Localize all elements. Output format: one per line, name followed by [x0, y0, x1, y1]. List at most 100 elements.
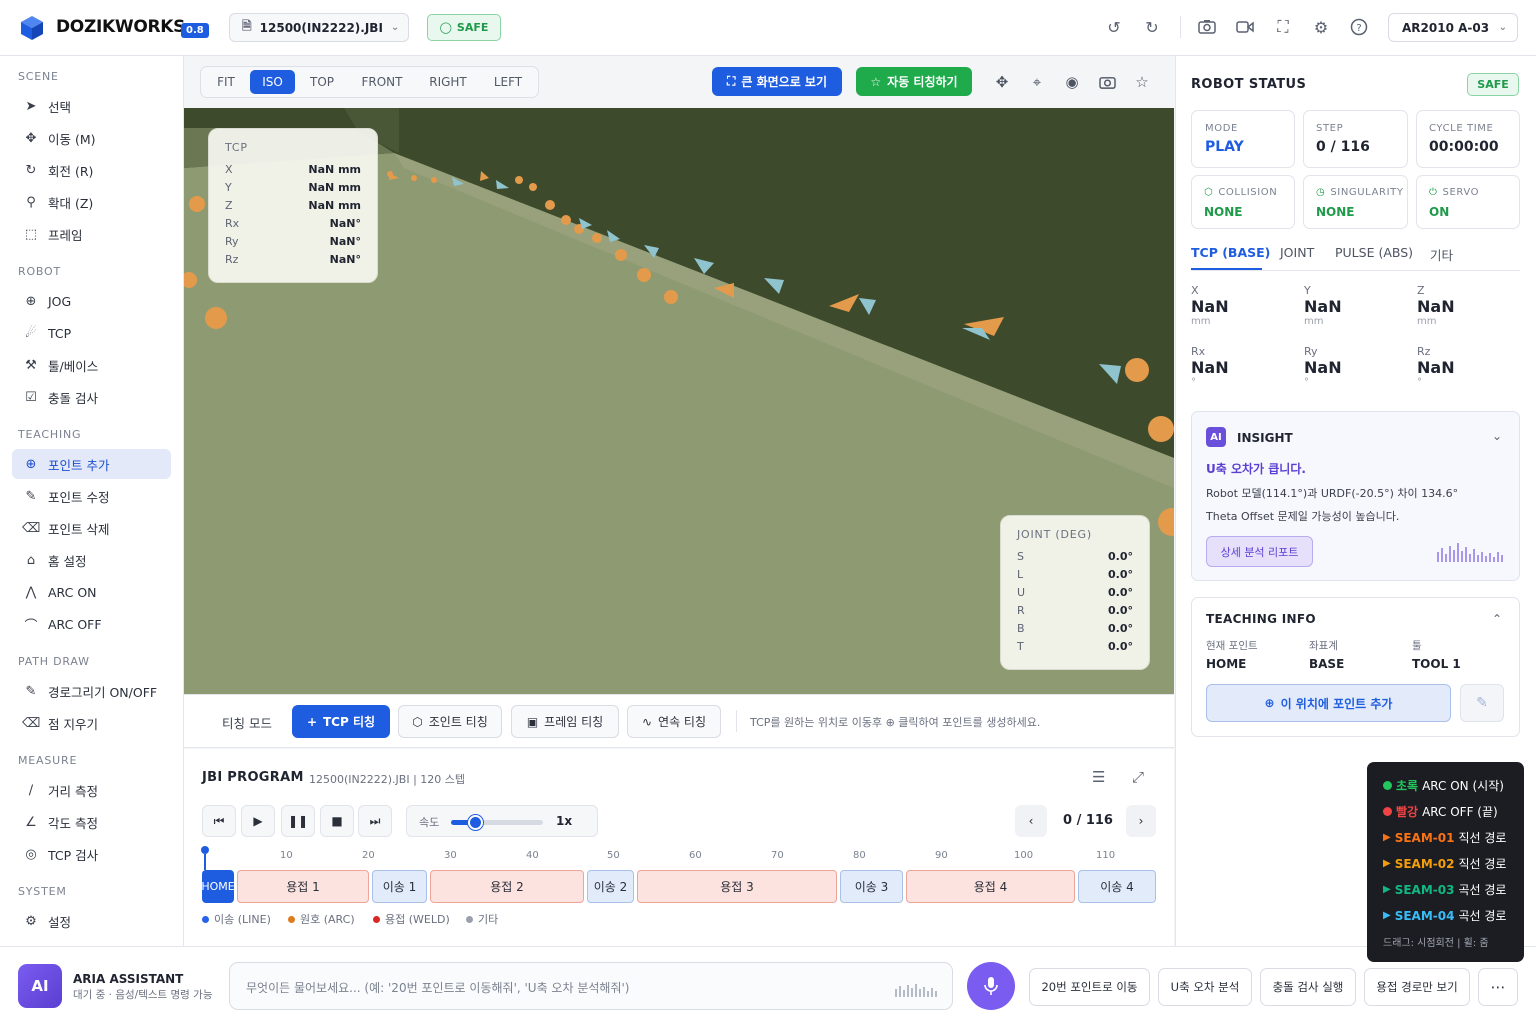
tab-pulse[interactable]: PULSE (ABS) — [1335, 245, 1413, 260]
sidebar-item-arc-on[interactable]: ⋀ ARC ON — [12, 577, 171, 607]
teach-mode-label: 티칭 모드 — [222, 716, 272, 731]
view-mode-right[interactable]: RIGHT — [420, 70, 476, 94]
status-safe-badge: SAFE — [1467, 73, 1519, 96]
fullscreen-icon[interactable]: ⛶ — [1273, 17, 1293, 37]
tcp-teach-button[interactable]: + TCP 티칭 — [292, 705, 390, 738]
quick-move-point-20[interactable]: 20번 포인트로 이동 — [1029, 968, 1150, 1006]
sidebar-item-tcp-check[interactable]: ◎ TCP 검사 — [12, 839, 171, 869]
fullscreen-view-button[interactable]: ⛶ 큰 화면으로 보기 — [712, 67, 842, 96]
expand-icon[interactable]: ⤢ — [1132, 768, 1150, 786]
detail-report-button[interactable]: 상세 분석 리포트 — [1206, 536, 1313, 567]
sidebar-item-rotate[interactable]: ↻ 회전 (R) — [12, 155, 171, 185]
more-options-button[interactable]: ⋯ — [1478, 968, 1518, 1006]
sidebar-item-collision[interactable]: ☑ 충돌 검사 — [12, 382, 171, 412]
assistant-input[interactable]: 무엇이든 물어보세요... (예: '20번 포인트로 이동해줘', 'U축 오… — [229, 962, 953, 1010]
gear-icon[interactable]: ⚙ — [1311, 17, 1331, 37]
segment-weld-3[interactable]: 용접 3 — [637, 870, 837, 903]
status-card-servo: ⏻ SERVO ON — [1416, 175, 1520, 229]
sidebar-item-tcp[interactable]: ☄ TCP — [12, 318, 171, 348]
sidebar-item-path-toggle[interactable]: ✎ 경로그리기 ON/OFF — [12, 676, 171, 706]
view-mode-left[interactable]: LEFT — [484, 70, 532, 94]
segment-move-2[interactable]: 이송 2 — [587, 870, 634, 903]
sidebar-item-home[interactable]: ⌂ 홈 설정 — [12, 545, 171, 575]
add-point-here-button[interactable]: ⊕ 이 위치에 포인트 추가 — [1206, 684, 1451, 722]
quick-weld-path-only[interactable]: 용접 경로만 보기 — [1364, 968, 1470, 1006]
sidebar-item-erase-points[interactable]: ⌫ 점 지우기 — [12, 708, 171, 738]
redo-icon[interactable]: ↻ — [1142, 17, 1162, 37]
view-mode-top[interactable]: TOP — [300, 70, 344, 94]
prev-step-button[interactable]: ‹ — [1015, 805, 1047, 837]
timeline-tick: 80 — [853, 850, 866, 861]
skip-end-button[interactable]: ⏭ — [358, 805, 392, 837]
sidebar-item-add-point[interactable]: ⊕ 포인트 추가 — [12, 449, 171, 479]
seam-legend-footer: 드래그: 시점회전 | 휠: 줌 — [1383, 938, 1489, 949]
tab-tcp-base[interactable]: TCP (BASE) — [1191, 245, 1270, 260]
sidebar-item-distance[interactable]: ∕ 거리 측정 — [12, 775, 171, 805]
chevron-down-icon[interactable]: ⌄ — [1492, 429, 1502, 443]
segment-weld-1[interactable]: 용접 1 — [237, 870, 369, 903]
stop-button[interactable]: ■ — [320, 805, 354, 837]
sidebar-item-settings[interactable]: ⚙ 설정 — [12, 906, 171, 936]
tab-other[interactable]: 기타 — [1430, 245, 1453, 264]
segment-weld-4[interactable]: 용접 4 — [906, 870, 1075, 903]
star-icon[interactable]: ☆ — [1132, 72, 1152, 92]
camera-icon[interactable] — [1197, 17, 1217, 37]
sidebar-item-angle[interactable]: ∠ 각도 측정 — [12, 807, 171, 837]
file-selector[interactable]: 🗎 12500(IN2222).JBI ⌄ — [229, 13, 409, 42]
robot-selector[interactable]: AR2010 A-03 ⌄ — [1388, 13, 1518, 42]
power-icon: ⏻ — [1429, 187, 1438, 198]
pause-button[interactable]: ❚❚ — [281, 805, 315, 837]
quick-u-axis-analysis[interactable]: U축 오차 분석 — [1158, 968, 1252, 1006]
sidebar-item-edit-point[interactable]: ✎ 포인트 수정 — [12, 481, 171, 511]
speed-slider-knob[interactable] — [467, 815, 483, 830]
info-coord-system: 좌표계 BASE — [1309, 640, 1345, 671]
sidebar-item-tool-base[interactable]: ⚒ 툴/베이스 — [12, 350, 171, 380]
top-bar: DOZIKWORKS 0.8 🗎 12500(IN2222).JBI ⌄ ◯ S… — [0, 0, 1536, 56]
sidebar-item-zoom[interactable]: ⚲ 확대 (Z) — [12, 187, 171, 217]
hexagon-icon: ⬡ — [412, 714, 423, 729]
play-button[interactable]: ▶ — [241, 805, 275, 837]
timeline-playhead[interactable] — [201, 846, 209, 854]
continuous-teach-button[interactable]: ∿ 연속 티칭 — [627, 705, 721, 738]
speed-value: 1x — [556, 814, 573, 828]
sidebar-item-arc-off[interactable]: ⌒ ARC OFF — [12, 609, 171, 639]
video-icon[interactable] — [1235, 17, 1255, 37]
undo-icon[interactable]: ↺ — [1104, 17, 1124, 37]
camera-icon[interactable] — [1097, 72, 1117, 92]
eye-icon[interactable]: ◉ — [1062, 72, 1082, 92]
microphone-button[interactable] — [967, 962, 1015, 1010]
insight-detail-1: Robot 모델(114.1°)과 URDF(-20.5°) 차이 134.6° — [1206, 487, 1459, 500]
auto-teach-button[interactable]: ☆ 자동 티칭하기 — [856, 67, 972, 96]
timeline-tick: 30 — [444, 850, 457, 861]
chevron-left-icon: ‹ — [1028, 814, 1034, 828]
segment-move-4[interactable]: 이송 4 — [1078, 870, 1156, 903]
help-icon[interactable]: ? — [1349, 17, 1369, 37]
joint-overlay: JOINT (DEG) S 0.0° L 0.0° U 0.0° R 0.0° B 0.0… — [1000, 515, 1150, 670]
list-icon[interactable]: ☰ — [1092, 768, 1110, 786]
segment-move-1[interactable]: 이송 1 — [372, 870, 427, 903]
speed-slider[interactable] — [451, 815, 543, 830]
sidebar-item-select[interactable]: ➤ 선택 — [12, 91, 171, 121]
move-axis-icon[interactable]: ✥ — [992, 72, 1012, 92]
sidebar-item-jog[interactable]: ⊕ JOG — [12, 286, 171, 316]
crosshair-icon[interactable]: ⌖ — [1027, 72, 1047, 92]
view-mode-fit[interactable]: FIT — [208, 70, 244, 94]
segment-move-3[interactable]: 이송 3 — [840, 870, 903, 903]
segment-weld-2[interactable]: 용접 2 — [430, 870, 584, 903]
quick-collision-check[interactable]: 충돌 검사 실행 — [1260, 968, 1356, 1006]
sidebar-item-frame[interactable]: ⬚ 프레임 — [12, 219, 171, 249]
view-mode-iso[interactable]: ISO — [250, 70, 295, 94]
joint-teach-button[interactable]: ⬡ 조인트 티칭 — [398, 705, 502, 738]
tab-joint[interactable]: JOINT — [1280, 245, 1314, 260]
sidebar-item-delete-point[interactable]: ⌫ 포인트 삭제 — [12, 513, 171, 543]
edit-point-button[interactable]: ✎ — [1460, 684, 1504, 722]
view-mode-front[interactable]: FRONT — [352, 70, 412, 94]
sidebar-item-move[interactable]: ✥ 이동 (M) — [12, 123, 171, 153]
frame-teach-button[interactable]: ▣ 프레임 티칭 — [511, 705, 619, 738]
timeline-tick: 40 — [526, 850, 539, 861]
chevron-up-icon[interactable]: ⌃ — [1492, 612, 1502, 626]
skip-start-button[interactable]: ⏮ — [202, 805, 236, 837]
green-dot-icon — [1383, 781, 1392, 790]
next-step-button[interactable]: › — [1126, 805, 1156, 837]
segment-home[interactable]: HOME — [201, 870, 235, 903]
